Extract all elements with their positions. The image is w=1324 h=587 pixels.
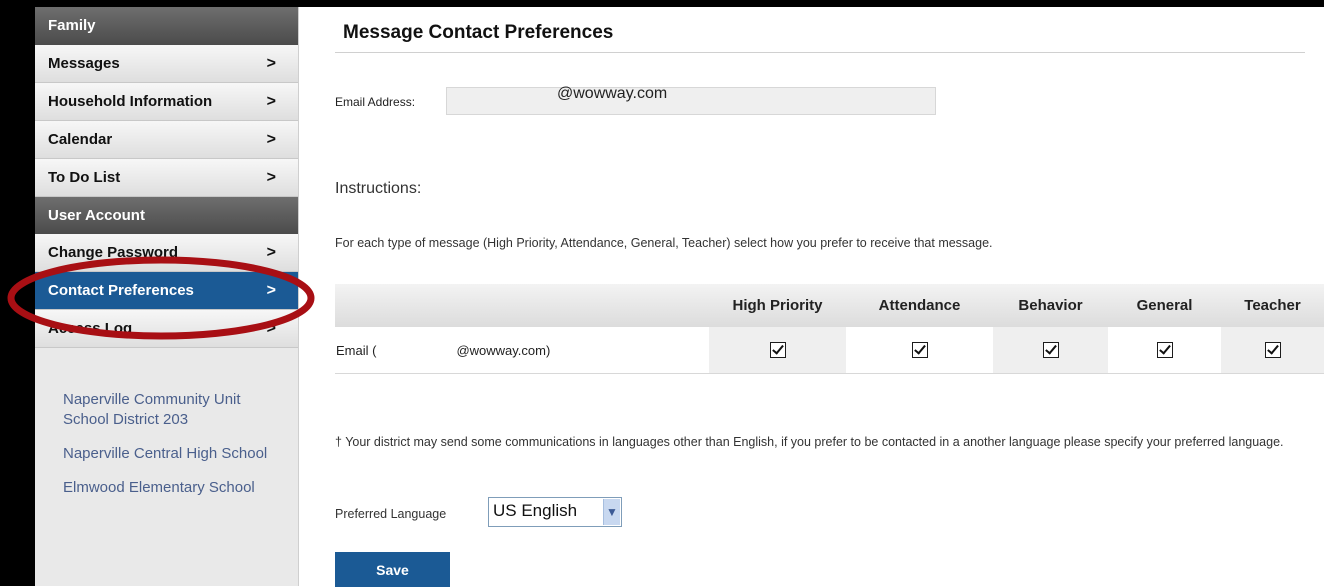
school-link-district[interactable]: Naperville Community Unit School Distric… xyxy=(63,390,283,430)
school-link-elmwood[interactable]: Elmwood Elementary School xyxy=(63,478,283,498)
table-header-row: High Priority Attendance Behavior Genera… xyxy=(335,284,1324,327)
sidebar-item-calendar[interactable]: Calendar > xyxy=(35,121,298,159)
language-note: † Your district may send some communicat… xyxy=(335,435,1284,449)
col-behavior: Behavior xyxy=(993,284,1108,327)
title-divider xyxy=(335,52,1305,53)
cell-behavior xyxy=(993,327,1108,374)
email-address-value: @wowway.com xyxy=(557,85,668,102)
sidebar-item-messages[interactable]: Messages > xyxy=(35,45,298,83)
sidebar-header-user-account: User Account xyxy=(35,197,298,234)
instructions-text: For each type of message (High Priority,… xyxy=(335,236,993,250)
email-address-label: Email Address: xyxy=(335,95,416,109)
col-attendance: Attendance xyxy=(846,284,993,327)
save-button[interactable]: Save xyxy=(335,552,450,587)
email-row-prefix: Email ( xyxy=(336,342,377,358)
checkbox-attendance[interactable] xyxy=(911,342,928,359)
email-row-label: Email ( @wowway.com) xyxy=(335,327,709,374)
table-row: Email ( @wowway.com) xyxy=(335,327,1324,374)
sidebar-header-family: Family xyxy=(35,7,298,45)
preferred-language-value: US English xyxy=(493,501,578,520)
chevron-right-icon: > xyxy=(266,55,276,72)
preferences-table: High Priority Attendance Behavior Genera… xyxy=(335,284,1324,374)
school-link-central-high[interactable]: Naperville Central High School xyxy=(63,444,283,464)
col-high-priority: High Priority xyxy=(709,284,846,327)
checkbox-general[interactable] xyxy=(1156,342,1173,359)
main-content: Message Contact Preferences Email Addres… xyxy=(335,7,1324,587)
col-general: General xyxy=(1108,284,1221,327)
sidebar-item-to-do-list[interactable]: To Do List > xyxy=(35,159,298,197)
checkbox-teacher[interactable] xyxy=(1264,342,1281,359)
cell-general xyxy=(1108,327,1221,374)
sidebar-item-label: Messages xyxy=(48,55,120,72)
sidebar-item-label: Household Information xyxy=(48,93,213,110)
instructions-title: Instructions: xyxy=(335,180,422,197)
chevron-down-icon[interactable]: ▼ xyxy=(603,499,620,525)
chevron-right-icon: > xyxy=(266,131,276,148)
preferred-language-select[interactable]: US English ▼ xyxy=(488,497,622,527)
chevron-right-icon: > xyxy=(266,169,276,186)
page-title: Message Contact Preferences xyxy=(343,22,614,43)
cell-attendance xyxy=(846,327,993,374)
email-address-field: @wowway.com xyxy=(446,85,936,115)
cell-teacher xyxy=(1221,327,1324,374)
cell-high-priority xyxy=(709,327,846,374)
sidebar-item-label: To Do List xyxy=(48,169,121,186)
preferred-language-label: Preferred Language xyxy=(335,507,447,521)
chevron-right-icon: > xyxy=(266,93,276,110)
checkbox-high-priority[interactable] xyxy=(769,342,786,359)
checkbox-behavior[interactable] xyxy=(1042,342,1059,359)
email-address-row: Email Address: @wowway.com xyxy=(335,85,936,115)
email-row-value: @wowway.com) xyxy=(456,342,551,358)
sidebar-item-label: Calendar xyxy=(48,131,113,148)
red-highlight-ellipse xyxy=(7,256,315,340)
preferred-language-row: Preferred Language US English ▼ xyxy=(335,497,622,527)
top-frame-border xyxy=(0,0,1324,7)
col-teacher: Teacher xyxy=(1221,284,1324,327)
sidebar-item-household-information[interactable]: Household Information > xyxy=(35,83,298,121)
table-header-blank xyxy=(335,284,709,327)
school-links: Naperville Community Unit School Distric… xyxy=(35,348,298,498)
